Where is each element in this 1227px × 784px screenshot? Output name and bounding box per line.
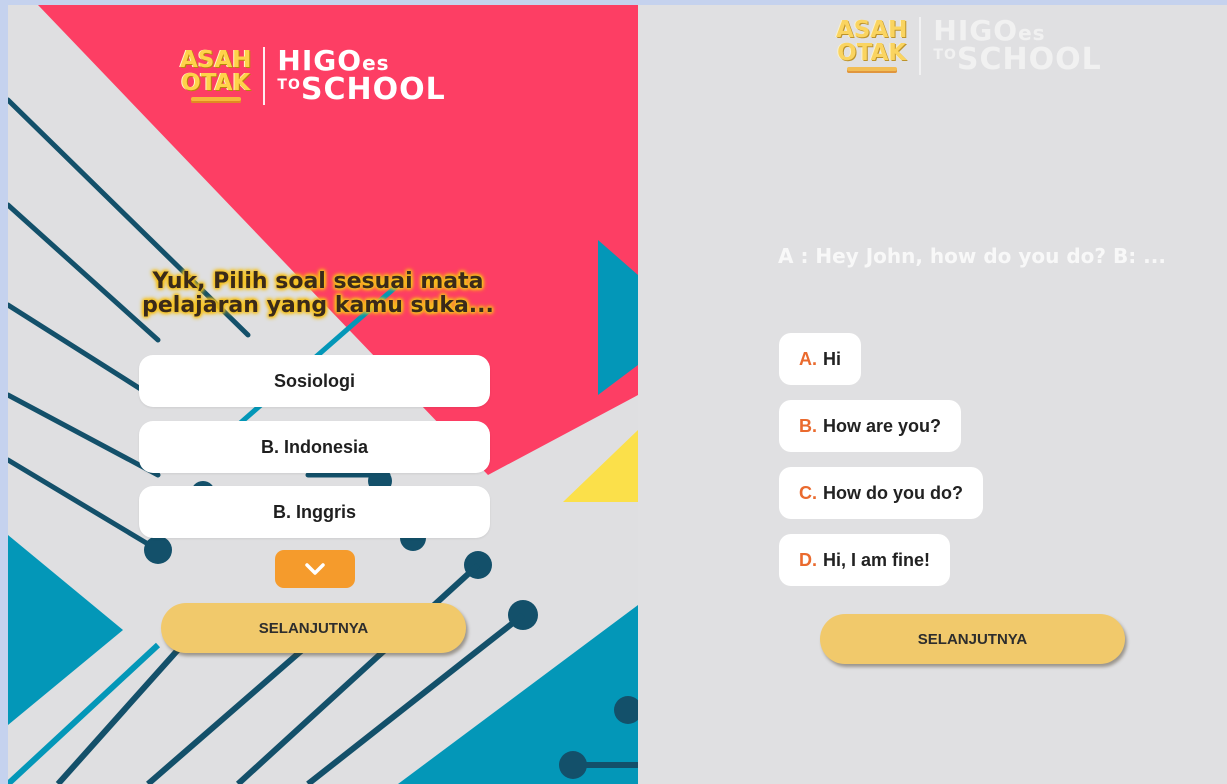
answer-option-a[interactable]: A. Hi <box>779 333 861 385</box>
pencil-icon <box>190 97 241 103</box>
show-more-subjects-button[interactable] <box>275 550 355 588</box>
answer-option-d[interactable]: D. Hi, I am fine! <box>779 534 951 586</box>
asah-otak-logo: ASAH OTAK HIGOes TOSCHOOL <box>836 17 1102 75</box>
pencil-icon <box>846 67 897 73</box>
answer-letter: A. <box>799 348 817 369</box>
subject-option-b-indonesia[interactable]: B. Indonesia <box>139 421 490 473</box>
next-button[interactable]: SELANJUTNYA <box>161 603 466 653</box>
logo-word-school: SCHOOL <box>300 72 446 107</box>
chevron-down-icon <box>305 563 325 575</box>
answer-option-b[interactable]: B. How are you? <box>779 400 962 452</box>
logo-word-to: TO <box>933 47 957 63</box>
quiz-question-screen: ASAH OTAK HIGOes TOSCHOOL A : Hey John, … <box>638 5 1227 784</box>
asah-otak-wordmark: ASAH OTAK <box>180 49 251 103</box>
answer-option-c[interactable]: C. How do you do? <box>779 467 983 519</box>
logo-divider <box>919 17 922 75</box>
logo-word-school: SCHOOL <box>956 42 1102 77</box>
answer-text: How are you? <box>823 415 942 436</box>
logo-divider <box>263 47 266 105</box>
logo-word-otak: OTAK <box>837 40 907 66</box>
answer-letter: D. <box>799 549 817 570</box>
subject-option-sosiologi[interactable]: Sosiologi <box>139 355 490 407</box>
next-button[interactable]: SELANJUTNYA <box>820 614 1125 664</box>
answer-text: Hi <box>823 348 841 369</box>
asah-otak-logo: ASAH OTAK HIGOes TOSCHOOL <box>180 47 446 105</box>
logo-word-asah: ASAH <box>180 47 252 73</box>
higo-goes-to-school-wordmark: HIGOes TOSCHOOL <box>277 47 445 105</box>
subject-prompt-heading: Yuk, Pilih soal sesuai mata pelajaran ya… <box>142 269 494 318</box>
logo-word-to: TO <box>277 77 301 93</box>
higo-goes-to-school-wordmark: HIGOes TOSCHOOL <box>933 17 1101 75</box>
subject-option-b-inggris[interactable]: B. Inggris <box>139 486 490 538</box>
subject-select-screen: ASAH OTAK HIGOes TOSCHOOL Yuk, Pilih soa… <box>8 5 638 784</box>
answer-letter: C. <box>799 482 817 503</box>
answer-text: Hi, I am fine! <box>823 549 931 570</box>
question-text: A : Hey John, how do you do? B: ... <box>778 244 1166 268</box>
answer-letter: B. <box>799 415 817 436</box>
logo-word-asah: ASAH <box>836 17 908 43</box>
asah-otak-wordmark: ASAH OTAK <box>836 19 907 73</box>
logo-word-otak: OTAK <box>181 70 251 96</box>
answer-text: How do you do? <box>823 482 963 503</box>
